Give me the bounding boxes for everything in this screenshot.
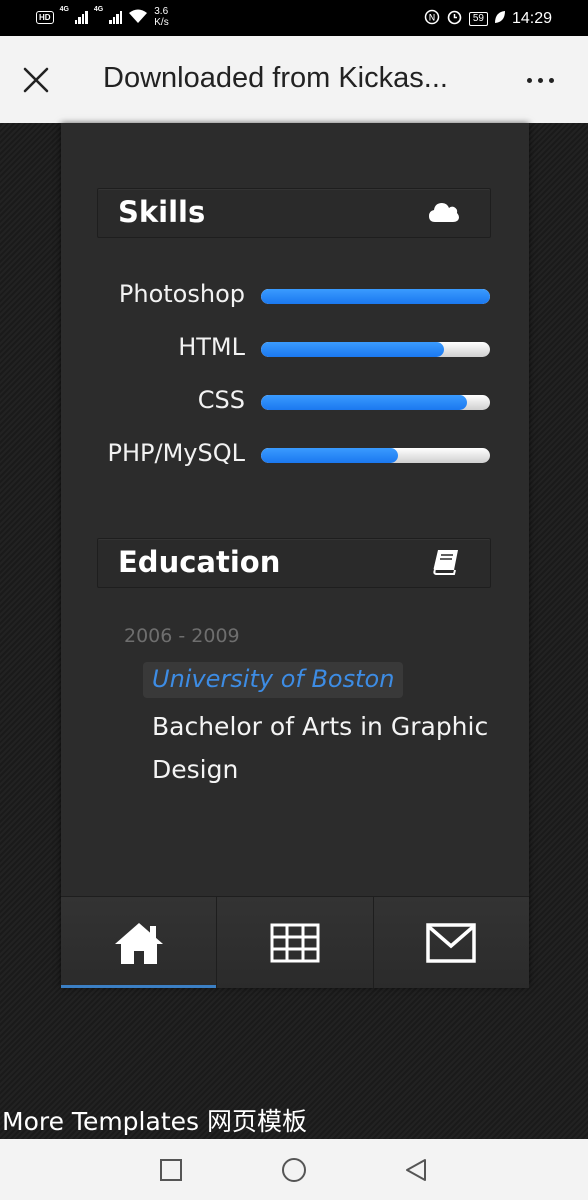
home-icon: [114, 922, 163, 964]
signal-icon: [74, 10, 88, 24]
more-templates-link[interactable]: More Templates 网页模板: [2, 1102, 307, 1138]
clock-time: 14:29: [511, 10, 552, 27]
close-button[interactable]: [14, 58, 58, 102]
back-triangle-icon: [406, 1159, 426, 1181]
skill-row: HTML: [61, 333, 529, 363]
status-bar: HD 4G 4G 3.6 K/s N 59 14:29: [0, 0, 588, 36]
skill-progress-fill: [261, 289, 490, 304]
system-navigation-bar: [0, 1139, 588, 1200]
skill-progress-bar: [261, 395, 490, 410]
nav-home-button[interactable]: [61, 897, 218, 988]
resume-panel: Skills Photoshop HTML CSS PHP/MySQL Educ…: [61, 123, 529, 988]
status-right: N 59 14:29: [424, 8, 552, 30]
signal-icon-2: [109, 10, 123, 24]
bottom-navigation: [61, 896, 529, 988]
education-title: Education: [118, 545, 281, 579]
skills-title: Skills: [118, 195, 206, 229]
skill-row: CSS: [61, 386, 529, 416]
speed-value: 3.6: [154, 6, 169, 17]
close-icon: [23, 67, 49, 93]
circle-icon: [282, 1158, 306, 1182]
cloud-icon: [428, 199, 460, 229]
more-dot-icon: [537, 77, 543, 83]
skill-row: PHP/MySQL: [61, 439, 529, 469]
more-options-button[interactable]: [518, 64, 562, 96]
skill-label: CSS: [197, 386, 245, 414]
skill-progress-fill: [261, 395, 468, 410]
skill-label: HTML: [178, 333, 245, 361]
education-years: 2006 - 2009: [124, 625, 240, 647]
browser-toolbar: Downloaded from Kickas...: [0, 36, 588, 123]
skills-header: Skills: [97, 188, 491, 238]
more-dot-icon: [526, 77, 532, 83]
nav-grid-button[interactable]: [217, 897, 374, 988]
speed-unit: K/s: [154, 17, 169, 28]
square-icon: [160, 1159, 182, 1181]
alarm-icon: [446, 8, 463, 30]
network-speed: 3.6 K/s: [154, 6, 168, 28]
leaf-icon: [494, 10, 506, 29]
skill-row: Photoshop: [61, 280, 529, 310]
skill-progress-fill: [261, 342, 445, 357]
hd-badge: HD: [36, 10, 54, 24]
back-button[interactable]: [403, 1157, 429, 1183]
skill-progress-fill: [261, 448, 399, 463]
skill-progress-bar: [261, 342, 490, 357]
battery-icon: 59: [468, 12, 488, 26]
status-left: HD 4G 4G 3.6 K/s: [36, 6, 169, 28]
skill-label: PHP/MySQL: [107, 439, 245, 467]
education-header: Education: [97, 538, 491, 588]
nav-mail-button[interactable]: [373, 897, 529, 988]
svg-text:N: N: [428, 13, 435, 23]
skill-label: Photoshop: [118, 280, 245, 308]
grid-icon: [270, 923, 320, 962]
network-label-1: 4G: [59, 6, 69, 13]
nfc-icon: N: [424, 9, 440, 30]
page-title: Downloaded from Kickas...: [103, 62, 448, 94]
wifi-icon: [128, 8, 148, 27]
mail-icon: [426, 922, 477, 963]
education-degree: Bachelor of Arts in Graphic Design: [152, 712, 489, 784]
recents-button[interactable]: [158, 1157, 184, 1183]
home-nav-button[interactable]: [281, 1157, 307, 1183]
book-icon: [432, 549, 460, 579]
skill-progress-bar: [261, 448, 490, 463]
more-dot-icon: [548, 77, 554, 83]
network-label-2: 4G: [93, 6, 104, 13]
skill-progress-bar: [261, 289, 490, 304]
education-school-link[interactable]: University of Boston: [143, 662, 404, 698]
